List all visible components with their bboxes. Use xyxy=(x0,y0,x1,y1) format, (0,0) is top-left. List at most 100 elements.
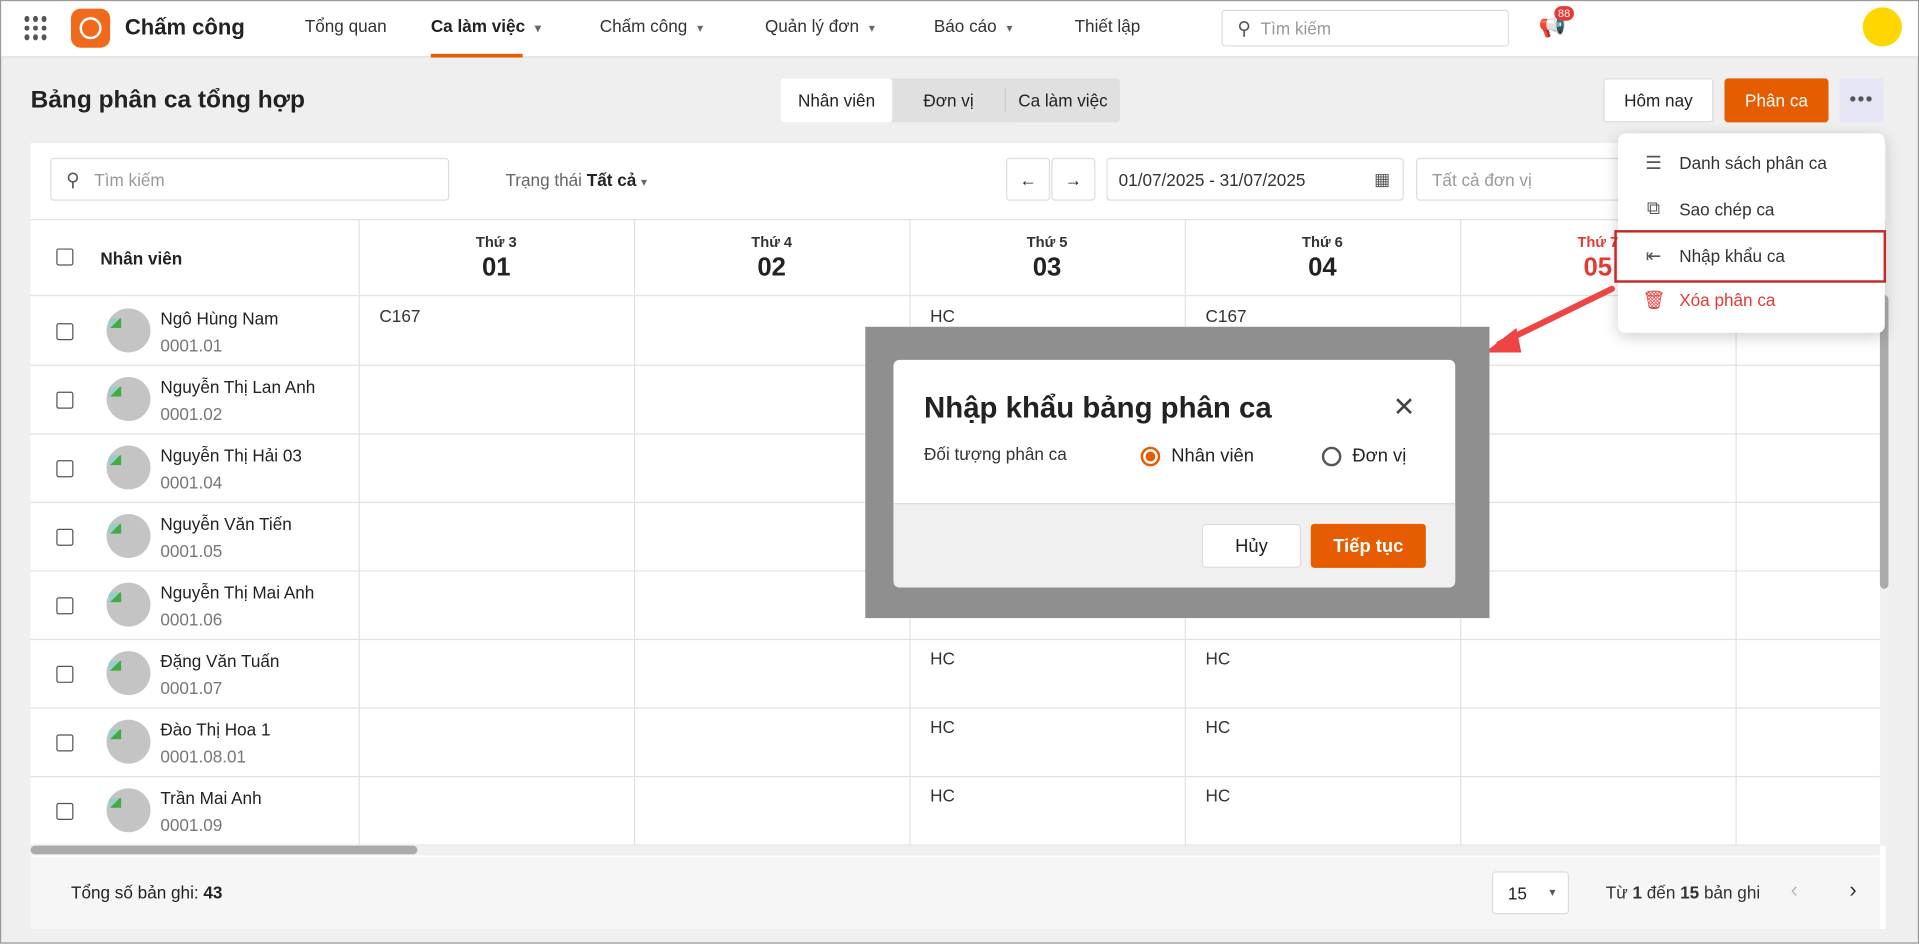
chevron-down-icon: ▾ xyxy=(641,176,648,190)
employee-name: Ngô Hùng Nam xyxy=(160,308,279,329)
shift-cell[interactable]: HC xyxy=(1206,649,1231,669)
table-row: Trần Mai Anh 0001.09 HC HC xyxy=(30,777,1880,846)
user-avatar[interactable] xyxy=(1862,7,1902,47)
employee-name: Đào Thị Hoa 1 xyxy=(160,719,271,740)
date-range-input[interactable]: 01/07/2025 - 31/07/2025 ▦ xyxy=(1106,157,1404,201)
table-row: Đặng Văn Tuấn 0001.07 HC HC xyxy=(30,640,1880,709)
radio-unselected-icon xyxy=(1321,446,1342,466)
dialog-title: Nhập khẩu bảng phân ca xyxy=(924,391,1272,425)
shift-cell[interactable]: HC xyxy=(1206,717,1231,737)
row-checkbox[interactable] xyxy=(56,323,74,341)
employee-name: Nguyễn Thị Hải 03 xyxy=(160,445,302,466)
radio-selected-icon xyxy=(1140,446,1161,466)
employee-avatar xyxy=(106,651,151,696)
employee-column-header: Nhân viên xyxy=(100,248,183,269)
nav-cham-cong[interactable]: Chấm công ▾ xyxy=(600,16,704,36)
scrollbar-thumb[interactable] xyxy=(30,845,418,855)
row-checkbox[interactable] xyxy=(56,460,74,478)
cancel-button[interactable]: Hủy xyxy=(1201,523,1302,568)
app-logo-icon xyxy=(70,8,111,48)
calendar-icon: ▦ xyxy=(1374,168,1391,189)
notification-badge: 88 xyxy=(1554,6,1574,21)
apps-grid-icon[interactable] xyxy=(24,15,48,41)
total-records: Tổng số bản ghi: 43 xyxy=(70,882,223,903)
chevron-down-icon: ▾ xyxy=(534,22,542,36)
table-row: Đào Thị Hoa 1 0001.08.01 HC HC xyxy=(30,709,1880,778)
top-header: Chấm công Tổng quan Ca làm việc ▾ Chấm cô… xyxy=(1,1,1918,58)
nav-ca-lam-viec[interactable]: Ca làm việc ▾ xyxy=(431,16,541,36)
horizontal-scrollbar[interactable] xyxy=(30,845,1880,856)
column-divider xyxy=(633,219,636,847)
status-filter[interactable]: Trạng thái Tất cả ▾ xyxy=(505,170,647,190)
highlight-box xyxy=(1614,230,1887,283)
prev-period-button[interactable]: ← xyxy=(1006,157,1051,201)
menu-item-danh-sach-phan-ca[interactable]: ☰ Danh sách phân ca xyxy=(1642,152,1827,174)
view-segment: Nhân viên Đơn vị Ca làm việc xyxy=(780,78,1120,123)
employee-code: 0001.05 xyxy=(160,540,223,561)
shift-cell[interactable]: C167 xyxy=(379,306,420,326)
radio-don-vi[interactable]: Đơn vị xyxy=(1321,445,1406,466)
assign-shift-button[interactable]: Phân ca xyxy=(1724,78,1829,123)
import-dialog: Nhập khẩu bảng phân ca ✕ Đối tượng phân … xyxy=(893,359,1456,588)
shift-cell[interactable]: HC xyxy=(930,717,955,737)
employee-code: 0001.02 xyxy=(160,403,223,424)
trash-icon: 🗑 xyxy=(1642,290,1666,311)
continue-button[interactable]: Tiếp tục xyxy=(1310,523,1426,568)
shift-cell[interactable]: HC xyxy=(930,306,955,326)
employee-search-input[interactable]: ⚲ Tìm kiếm xyxy=(50,157,450,201)
row-checkbox[interactable] xyxy=(56,391,74,409)
nav-bao-cao[interactable]: Báo cáo ▾ xyxy=(934,16,1013,36)
row-checkbox[interactable] xyxy=(56,802,74,821)
row-checkbox[interactable] xyxy=(56,734,74,752)
today-button[interactable]: Hôm nay xyxy=(1603,78,1714,123)
scrollbar-thumb[interactable] xyxy=(1879,294,1889,589)
shift-cell[interactable]: HC xyxy=(1206,786,1231,806)
next-period-button[interactable]: → xyxy=(1051,157,1096,201)
employee-code: 0001.08.01 xyxy=(160,746,247,767)
row-checkbox[interactable] xyxy=(56,528,74,546)
global-search-input[interactable]: ⚲ Tìm kiếm xyxy=(1221,9,1510,47)
next-page-button[interactable]: › xyxy=(1849,878,1856,904)
nav-quan-ly-don[interactable]: Quản lý đơn ▾ xyxy=(765,16,875,36)
chevron-down-icon: ▾ xyxy=(697,22,704,36)
row-checkbox[interactable] xyxy=(56,665,74,683)
segment-ca-lam-viec[interactable]: Ca làm việc xyxy=(1006,78,1120,122)
select-all-checkbox[interactable] xyxy=(56,248,74,266)
employee-name: Đặng Văn Tuấn xyxy=(160,651,280,671)
prev-page-button[interactable]: ‹ xyxy=(1791,878,1798,904)
radio-nhan-vien[interactable]: Nhân viên xyxy=(1140,445,1254,466)
more-options-button[interactable]: ••• xyxy=(1839,78,1884,123)
employee-code: 0001.04 xyxy=(160,472,223,493)
nav-thiet-lap[interactable]: Thiết lập xyxy=(1075,16,1141,36)
employee-name: Nguyễn Thị Lan Anh xyxy=(160,376,316,397)
employee-avatar xyxy=(106,788,151,833)
employee-name: Nguyễn Thị Mai Anh xyxy=(160,582,315,603)
list-icon: ☰ xyxy=(1645,152,1662,174)
annotation-arrow xyxy=(1484,285,1615,353)
shift-cell[interactable]: HC xyxy=(930,649,955,669)
employee-avatar xyxy=(106,445,151,490)
employee-avatar xyxy=(106,514,151,559)
employee-avatar xyxy=(106,376,151,422)
chevron-down-icon: ▾ xyxy=(1549,886,1556,900)
day-column-header: Thứ 6 04 xyxy=(1302,233,1343,282)
close-icon[interactable]: ✕ xyxy=(1393,392,1416,424)
segment-nhan-vien[interactable]: Nhân viên xyxy=(780,78,893,123)
menu-item-xoa-phan-ca[interactable]: 🗑 Xóa phân ca xyxy=(1642,289,1775,311)
row-checkbox[interactable] xyxy=(56,597,74,615)
segment-don-vi[interactable]: Đơn vị xyxy=(892,88,1007,113)
record-range: Từ 1 đến 15 bản ghi xyxy=(1605,882,1761,903)
copy-icon: ⧉ xyxy=(1646,198,1661,220)
employee-code: 0001.07 xyxy=(160,678,223,698)
nav-tong-quan[interactable]: Tổng quan xyxy=(305,16,387,36)
employee-code: 0001.06 xyxy=(160,609,223,630)
shift-cell[interactable]: C167 xyxy=(1206,306,1247,326)
chevron-down-icon: ▾ xyxy=(1006,22,1013,36)
employee-code: 0001.01 xyxy=(160,335,223,355)
menu-item-sao-chep-ca[interactable]: ⧉ Sao chép ca xyxy=(1642,198,1775,220)
employee-avatar xyxy=(106,582,151,627)
employee-name: Nguyễn Văn Tiến xyxy=(160,514,292,534)
page-size-select[interactable]: 15 ▾ xyxy=(1491,871,1570,915)
day-column-header: Thứ 5 03 xyxy=(1026,233,1068,282)
shift-cell[interactable]: HC xyxy=(930,786,955,806)
